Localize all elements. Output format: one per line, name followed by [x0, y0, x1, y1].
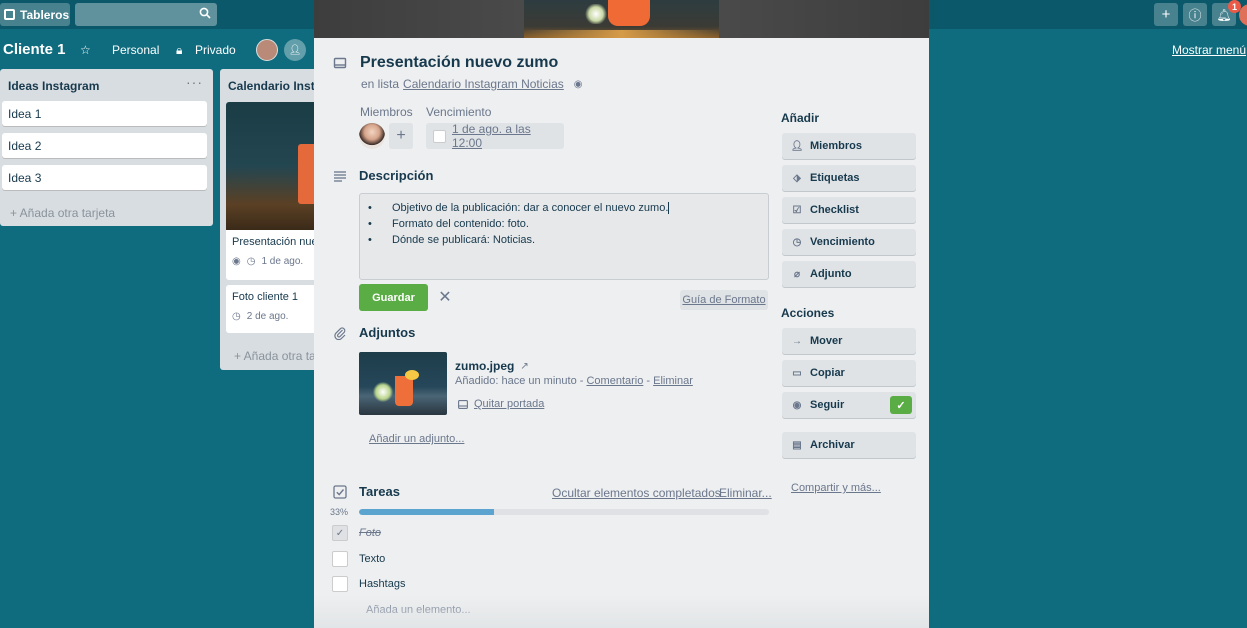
members-label: Miembros [360, 105, 413, 119]
move-button[interactable]: → Mover [782, 328, 916, 354]
close-icon[interactable]: ✕ [436, 288, 454, 306]
due-date-button[interactable]: 1 de ago. a las 12:00 [426, 122, 564, 150]
tag-icon: ⬗ [793, 172, 801, 184]
member-avatar[interactable] [359, 123, 385, 149]
card-icon [458, 399, 468, 409]
description-line: • Objetivo de la publicación: dar a conoc… [368, 202, 670, 214]
checklist-title: Tareas [359, 484, 400, 499]
checklist-item-checkbox[interactable] [332, 551, 348, 567]
description-text: Objetivo de la publicación: dar a conoce… [392, 202, 669, 214]
checklist-item-label[interactable]: Texto [359, 553, 385, 565]
description-text: Dónde se publicará: Noticias. [392, 234, 536, 246]
button-label: Adjunto [810, 268, 852, 280]
description-line: • Dónde se publicará: Noticias. [368, 234, 536, 246]
card-cover [314, 0, 929, 38]
archive-button[interactable]: ▤ Archivar [782, 432, 916, 458]
description-title: Descripción [359, 168, 434, 183]
share-more-link[interactable]: Compartir y más... [791, 482, 881, 494]
add-checklist-button[interactable]: ☑ Checklist [782, 197, 916, 223]
attachment-meta: Añadido: hace un minuto - Comentario - E… [455, 375, 693, 387]
hide-completed-link[interactable]: Ocultar elementos completados [552, 486, 721, 500]
checklist-icon [333, 485, 347, 499]
follow-button[interactable]: ◉ Seguir ✓ [782, 392, 916, 418]
description-icon [334, 171, 346, 182]
description-line: • Formato del contenido: foto. [368, 218, 529, 230]
button-label: Copiar [810, 367, 845, 379]
archive-icon: ▤ [792, 439, 802, 451]
add-members-button[interactable]: 👤︎ Miembros [782, 133, 916, 159]
save-button[interactable]: Guardar [359, 284, 428, 311]
checklist-item: Texto [332, 551, 385, 567]
add-due-date-button[interactable]: ◷ Vencimiento [782, 229, 916, 255]
add-attachment-link[interactable]: Añadir un adjunto... [369, 433, 464, 445]
remove-cover-row: Quitar portada [458, 398, 544, 410]
due-complete-checkbox[interactable] [433, 129, 446, 143]
add-labels-button[interactable]: ⬗ Etiquetas [782, 165, 916, 191]
attachment-thumbnail[interactable] [359, 352, 447, 415]
checklist-item-checkbox[interactable] [332, 576, 348, 592]
checkbox-icon: ☑ [792, 204, 802, 216]
paperclip-icon: ⌀ [793, 268, 801, 280]
check-icon: ✓ [335, 527, 345, 539]
checklist-item: ✓ Foto [332, 525, 381, 541]
checklist-item-checkbox[interactable]: ✓ [332, 525, 348, 541]
attachment-name-row: zumo.jpeg ↗ [455, 359, 529, 373]
person-icon: 👤︎ [790, 140, 804, 152]
clock-icon: ◷ [792, 236, 802, 248]
external-link-icon[interactable]: ↗ [520, 361, 528, 372]
button-label: Mover [810, 335, 843, 347]
attachment-added: Añadido: hace un minuto [455, 375, 577, 387]
eye-icon: ◉ [792, 399, 802, 411]
add-section-title: Añadir [781, 111, 820, 125]
checklist-item-label[interactable]: Hashtags [359, 578, 405, 590]
list-link[interactable]: Calendario Instagram Noticias [403, 77, 564, 91]
text-cursor [668, 202, 670, 214]
delete-checklist-link[interactable]: Eliminar... [719, 486, 772, 500]
description-text: Formato del contenido: foto. [392, 218, 529, 230]
checklist-progress-bar [359, 509, 769, 515]
attachment-name[interactable]: zumo.jpeg [455, 359, 514, 373]
button-label: Vencimiento [810, 236, 875, 248]
eye-icon: ◉ [573, 78, 583, 90]
checklist-item: Hashtags [332, 576, 405, 592]
arrow-right-icon: → [792, 335, 802, 347]
checklist-item-label[interactable]: Foto [359, 527, 381, 539]
format-guide-button[interactable]: Guía de Formato [680, 290, 768, 310]
cover-image [524, 0, 719, 38]
paperclip-icon [334, 327, 346, 340]
button-label: Archivar [810, 439, 855, 451]
due-label: Vencimiento [426, 105, 492, 119]
checklist-progress-fill [359, 509, 495, 515]
button-label: Checklist [810, 204, 859, 216]
add-attachment-button[interactable]: ⌀ Adjunto [782, 261, 916, 287]
plus-icon: + [396, 127, 406, 144]
card-list-info: en lista Calendario Instagram Noticias ◉ [361, 77, 583, 91]
description-textarea[interactable]: • Objetivo de la publicación: dar a conoc… [359, 193, 769, 280]
actions-section-title: Acciones [781, 306, 835, 320]
checklist-percent: 33% [330, 507, 349, 517]
attachment-delete-link[interactable]: Eliminar [653, 375, 693, 387]
card-icon [333, 57, 347, 69]
card-detail-modal: Presentación nuevo zumo en lista Calenda… [314, 0, 929, 628]
attachments-title: Adjuntos [359, 325, 416, 340]
add-member-button[interactable]: + [389, 123, 413, 149]
in-list-prefix: en lista [361, 77, 400, 91]
attachment-comment-link[interactable]: Comentario [586, 375, 643, 387]
add-checklist-item-input[interactable]: Añada un elemento... [366, 604, 471, 616]
button-label: Etiquetas [810, 172, 860, 184]
due-date-value: 1 de ago. a las 12:00 [451, 122, 531, 150]
copy-button[interactable]: ▭ Copiar [782, 360, 916, 386]
remove-cover-link[interactable]: Quitar portada [474, 398, 544, 410]
button-label: Seguir [810, 399, 845, 411]
button-label: Miembros [810, 140, 862, 152]
check-icon: ✓ [890, 396, 912, 414]
card-icon: ▭ [792, 367, 802, 379]
card-title[interactable]: Presentación nuevo zumo [360, 54, 558, 72]
